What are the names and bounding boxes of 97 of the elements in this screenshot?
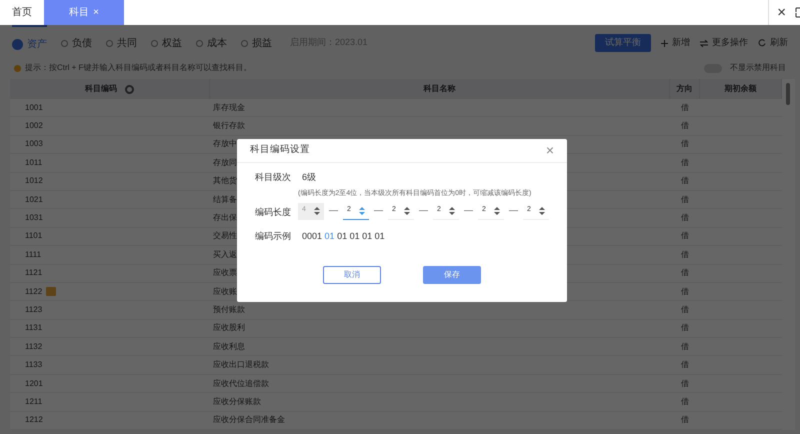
table-cell: 应收利息 [213, 342, 245, 351]
close-icon[interactable]: × [546, 140, 554, 161]
table-cell: 存放同 [213, 158, 237, 167]
add-button[interactable]: 新增 [661, 36, 690, 50]
table-cell: 1011 [25, 156, 42, 169]
table-cell: 借 [681, 213, 689, 222]
table-cell: 借 [681, 396, 689, 406]
table-cell: 1131 [25, 322, 42, 334]
table-cell: 借 [681, 121, 689, 130]
table-cell: 1002 [25, 120, 43, 132]
category-tab[interactable]: 损益 [241, 25, 272, 61]
field-label: 科目级次 [255, 171, 292, 184]
column-header: 科目名称 [424, 83, 456, 95]
field-label: 编码长度 [255, 206, 292, 219]
table-cell: 应收账 [213, 286, 237, 296]
table-cell: 借 [681, 415, 689, 424]
table-cell: 1212 [25, 414, 43, 426]
table-cell: 应收代位追偿款 [213, 378, 269, 388]
table-cell: 其他货 [213, 176, 237, 186]
table-cell: 借 [681, 139, 689, 148]
stepper-arrows-icon[interactable] [539, 206, 545, 216]
table-cell: 1201 [25, 378, 43, 390]
category-tab[interactable]: 共同 [106, 25, 137, 61]
table-cell: 借 [681, 194, 689, 204]
table-cell: 借 [681, 268, 689, 278]
table-cell: 1111 [25, 248, 42, 261]
table-cell: 借 [681, 250, 689, 259]
refresh-button[interactable]: 刷新 [758, 36, 788, 50]
table-cell: 应收票 [213, 268, 237, 278]
stepper-arrows-icon[interactable] [494, 206, 500, 216]
table-cell: 存放中 [213, 139, 237, 148]
table-cell: 应收分保合同准备金 [213, 415, 285, 424]
separator-text: — [418, 204, 429, 218]
column-header: 方向 [676, 83, 692, 95]
table-cell: 1211 [25, 396, 42, 408]
hint-text: 提示：按Ctrl + F键并输入科目编码或者科目名称可以查找科目。 [25, 62, 252, 74]
toggle-label: 不显示禁用科目 [730, 62, 786, 74]
table-cell: 借 [681, 360, 689, 370]
table-cell: 借 [681, 323, 689, 332]
table-cell: 1031 [25, 212, 43, 224]
table-cell: 1012 [25, 175, 43, 188]
category-tab[interactable]: 权益 [151, 25, 182, 61]
separator-text: — [373, 204, 384, 218]
field-label: 编码示例 [255, 230, 292, 242]
column-header: 期初余额 [724, 83, 756, 95]
table-cell: 借 [681, 286, 689, 296]
table-cell: 应收出口退税款 [213, 360, 269, 370]
stepper-arrows-icon[interactable] [449, 206, 455, 216]
warning-icon [14, 64, 21, 72]
table-cell: 应收股利 [213, 323, 245, 332]
separator-text: — [328, 204, 339, 218]
table-cell: 借 [681, 342, 689, 351]
category-tab[interactable]: 资产 [12, 25, 47, 61]
table-cell: 预付账款 [213, 304, 245, 314]
more-actions-button[interactable]: 更多操作 [700, 36, 748, 50]
tag-icon [46, 287, 56, 296]
table-cell: 1001 [25, 102, 43, 114]
category-tab[interactable]: 成本 [196, 25, 227, 61]
settings-icon[interactable] [125, 84, 134, 94]
refresh-icon [758, 39, 766, 47]
table-cell: 交易性 [213, 231, 237, 240]
table-cell: 存出保 [213, 213, 237, 222]
table-cell: 1101 [25, 230, 42, 242]
table-cell: 1021 [25, 194, 43, 206]
table-cell: 买入返 [213, 250, 237, 259]
trial-balance-button[interactable]: 试算平衡 [595, 34, 651, 52]
plus-icon [661, 40, 668, 46]
table-cell: 1123 [25, 304, 42, 316]
table-cell: 1122 [25, 286, 42, 298]
separator-text: — [463, 204, 474, 218]
code-example: 0001 01 01 01 01 01 [302, 230, 385, 242]
table-cell: 借 [681, 102, 689, 112]
table-cell: 借 [681, 378, 689, 388]
table-cell: 1003 [25, 138, 43, 150]
dialog-title: 科目编码设置 [250, 143, 310, 158]
table-cell: 库存现金 [213, 102, 245, 112]
cancel-button[interactable]: 取消 [323, 266, 381, 284]
table-cell: 应收分保账款 [213, 396, 261, 406]
save-button[interactable]: 保存 [423, 266, 481, 284]
table-cell: 1132 [25, 340, 42, 353]
table-cell: 1121 [25, 267, 42, 280]
table-cell: 结算备 [213, 194, 237, 204]
stepper-arrows-icon[interactable] [404, 206, 410, 216]
tab[interactable]: 科目 × [44, 0, 124, 25]
table-cell: 银行存款 [213, 121, 245, 130]
separator-text: — [508, 204, 519, 218]
category-tab[interactable]: 负债 [61, 25, 92, 61]
table-cell: 借 [681, 176, 689, 186]
close-icon[interactable]: × [93, 5, 99, 20]
table-cell: 借 [681, 158, 689, 167]
scrollbar-thumb[interactable] [786, 83, 790, 105]
level-value: 6级 [302, 171, 316, 184]
table-cell: 借 [681, 231, 689, 240]
column-header: 科目编码 [85, 83, 117, 95]
table-cell: 借 [681, 304, 689, 314]
table-cell: 1133 [25, 359, 42, 372]
swap-icon [700, 40, 708, 46]
